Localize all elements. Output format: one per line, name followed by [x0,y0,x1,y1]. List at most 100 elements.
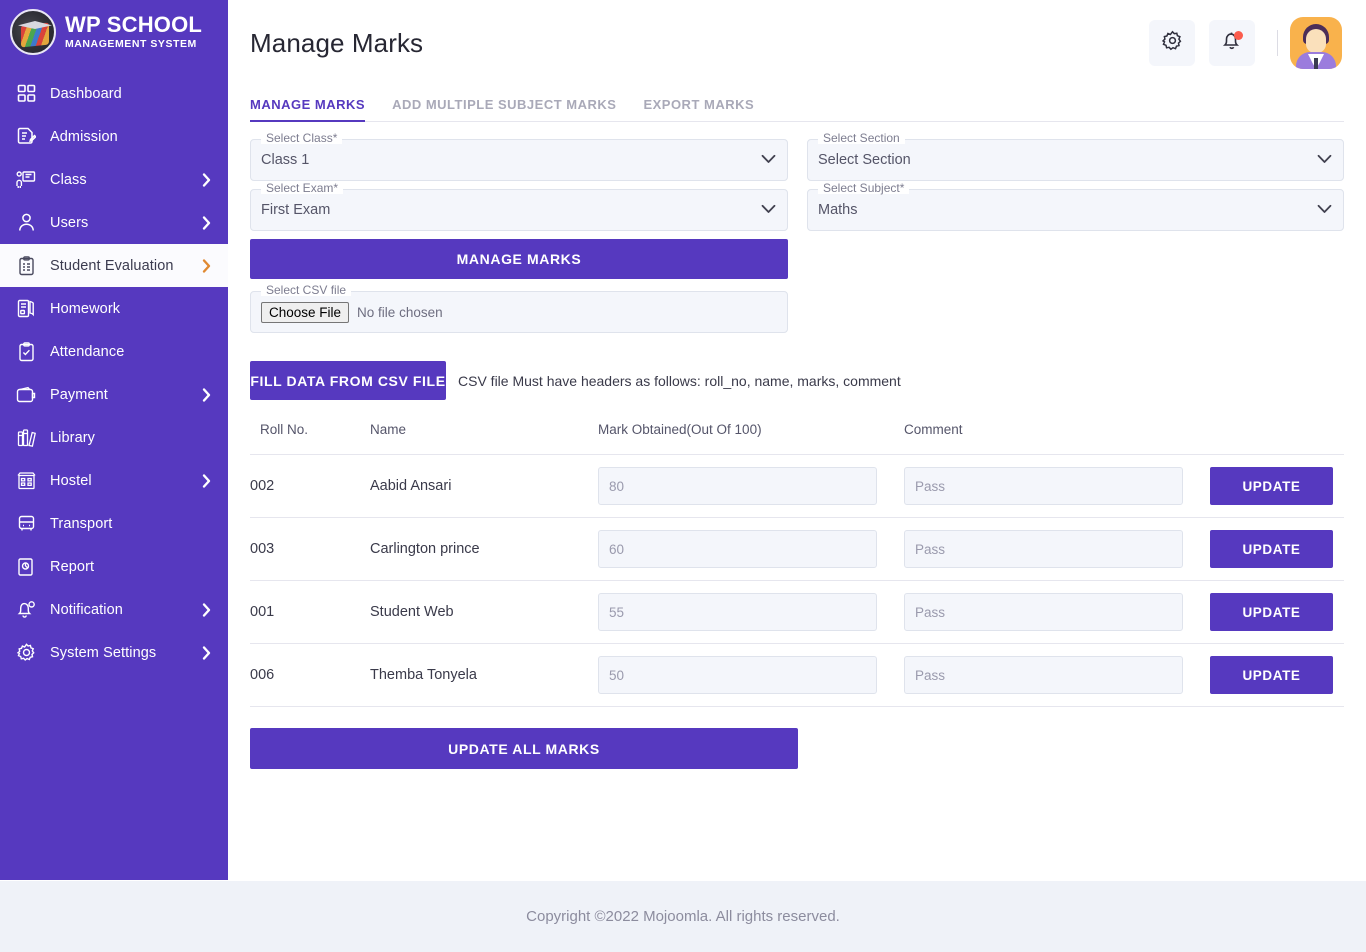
book-icon [12,298,40,320]
cell-action: UPDATE [1210,580,1344,644]
cell-roll-no: 006 [250,643,370,707]
brand-logo[interactable]: WP SCHOOL MANAGEMENT SYSTEM [0,0,228,66]
choose-file-button[interactable]: Choose File [261,301,350,323]
column-header-roll-no: Roll No. [250,422,370,455]
sidebar-item-system-settings[interactable]: System Settings [0,631,228,674]
sidebar-item-admission[interactable]: Admission [0,115,228,158]
comment-input[interactable] [904,467,1183,505]
update-button[interactable]: UPDATE [1210,467,1333,505]
sidebar-item-hostel[interactable]: Hostel [0,459,228,502]
school-logo-icon [10,9,56,55]
update-all-marks-button[interactable]: UPDATE ALL MARKS [250,728,798,769]
mark-input[interactable] [598,530,877,568]
cell-mark [598,580,904,644]
cell-name: Carlington prince [370,517,598,581]
select-csv-field: Select CSV file Choose File No file chos… [250,284,788,333]
select-section-label: Select Section [818,132,905,144]
sidebar-item-notification[interactable]: Notification [0,588,228,631]
sidebar-item-homework[interactable]: Homework [0,287,228,330]
select-section-input[interactable]: Select Section [808,140,1343,180]
sidebar-item-library[interactable]: Library [0,416,228,459]
sidebar-item-label: Admission [50,128,118,145]
classroom-icon [12,169,40,191]
page-title: Manage Marks [250,27,424,58]
cell-name: Student Web [370,580,598,644]
sidebar-item-payment[interactable]: Payment [0,373,228,416]
sidebar-item-transport[interactable]: Transport [0,502,228,545]
select-subject-input[interactable]: Maths [808,190,1343,230]
topbar-actions [1135,17,1342,69]
update-button[interactable]: UPDATE [1210,530,1333,568]
notifications-button[interactable] [1209,20,1255,66]
comment-input[interactable] [904,656,1183,694]
select-section-field: Select Section Select Section [807,132,1344,181]
cell-comment [904,454,1210,518]
table-row: 002 Aabid Ansari UPDATE [250,454,1344,518]
avatar-tie [1314,58,1318,69]
clipboard-check-icon [12,341,40,363]
chevron-right-icon [202,602,212,617]
top-bar: Manage Marks [228,0,1366,86]
cell-roll-no: 002 [250,454,370,518]
sidebar-item-report[interactable]: Report [0,545,228,588]
update-button[interactable]: UPDATE [1210,593,1333,631]
tab-export-marks[interactable]: EXPORT MARKS [643,97,754,121]
sidebar-item-label: Hostel [50,472,92,489]
manage-marks-button[interactable]: MANAGE MARKS [250,239,788,279]
table-header-row: Roll No. Name Mark Obtained(Out Of 100) … [250,422,1344,455]
footer-copyright: Copyright ©2022 Mojoomla. All rights res… [526,908,840,925]
mark-input[interactable] [598,593,877,631]
update-button[interactable]: UPDATE [1210,656,1333,694]
fill-data-from-csv-button[interactable]: FILL DATA FROM CSV FILE [250,361,446,400]
brand-text: WP SCHOOL MANAGEMENT SYSTEM [65,14,202,50]
filter-form: Select Class* Class 1 Select Exam* First… [250,132,1344,341]
sidebar-item-label: Users [50,214,89,231]
tab-add-multiple-subject-marks[interactable]: ADD MULTIPLE SUBJECT MARKS [392,97,616,121]
mark-input[interactable] [598,467,877,505]
brand-title: WP SCHOOL [65,12,203,38]
building-icon [12,470,40,492]
table-row: 001 Student Web UPDATE [250,580,1344,644]
form-left-column: Select Class* Class 1 Select Exam* First… [250,132,788,341]
column-header-mark: Mark Obtained(Out Of 100) [598,422,904,455]
tab-manage-marks[interactable]: MANAGE MARKS [250,97,366,122]
marks-table: Roll No. Name Mark Obtained(Out Of 100) … [250,422,1344,707]
sidebar-item-label: Student Evaluation [50,257,174,274]
avatar[interactable] [1290,17,1342,69]
marks-table-body: 002 Aabid Ansari UPDATE 003 Carlington p… [250,454,1344,707]
cell-action: UPDATE [1210,454,1344,518]
select-exam-field: Select Exam* First Exam [250,182,788,231]
sidebar-item-label: Homework [50,300,121,317]
grid-icon [12,83,40,105]
sidebar-item-label: Transport [50,515,113,532]
chevron-right-icon [202,215,212,230]
sidebar-item-users[interactable]: Users [0,201,228,244]
sidebar-item-class[interactable]: Class [0,158,228,201]
select-exam-input[interactable]: First Exam [251,190,787,230]
gear-icon [1161,30,1183,56]
file-input-row[interactable]: Choose File No file chosen [251,301,787,323]
csv-hint-text: CSV file Must have headers as follows: r… [458,372,901,389]
report-document-icon [12,556,40,578]
file-chosen-status: No file chosen [357,304,443,320]
content-area: MANAGE MARKS ADD MULTIPLE SUBJECT MARKS … [228,86,1366,881]
select-class-label: Select Class* [261,132,343,144]
sidebar-item-dashboard[interactable]: Dashboard [0,72,228,115]
form-right-column: Select Section Select Section Select Sub… [807,132,1344,341]
settings-button[interactable] [1149,20,1195,66]
select-class-input[interactable]: Class 1 [251,140,787,180]
cell-mark [598,454,904,518]
comment-input[interactable] [904,530,1183,568]
cell-name: Themba Tonyela [370,643,598,707]
mark-input[interactable] [598,656,877,694]
chevron-right-icon [202,645,212,660]
sidebar-item-student-evaluation[interactable]: Student Evaluation [0,244,228,287]
sidebar-item-label: Class [50,171,87,188]
notification-badge-dot [1234,31,1243,40]
tab-bar: MANAGE MARKS ADD MULTIPLE SUBJECT MARKS … [250,86,1344,122]
cell-comment [904,643,1210,707]
comment-input[interactable] [904,593,1183,631]
chevron-right-icon [202,387,212,402]
sidebar-item-attendance[interactable]: Attendance [0,330,228,373]
library-books-icon [12,427,40,449]
